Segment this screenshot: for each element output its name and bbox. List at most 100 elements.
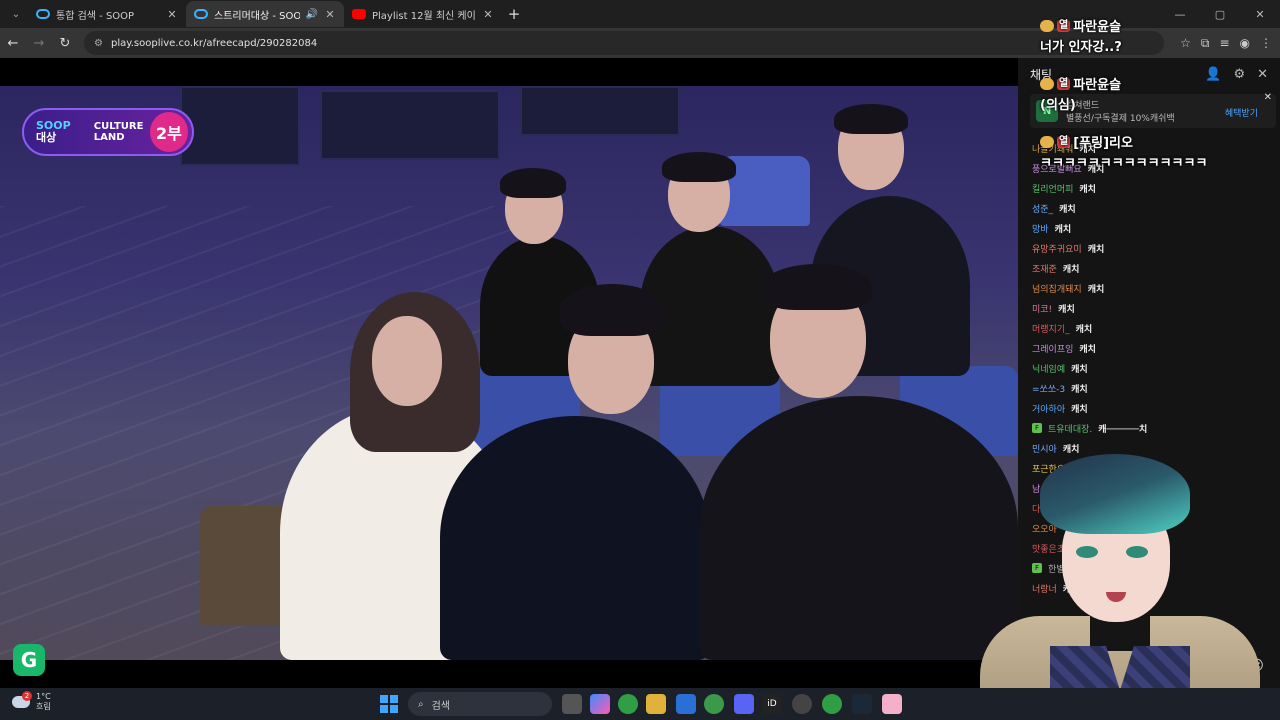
emoticon-icon (1040, 77, 1054, 90)
bookmark-star-icon[interactable]: ☆ (1180, 36, 1191, 50)
window-controls: — ▢ ✕ (1160, 0, 1280, 28)
chat-message: 닉네임예 캐치 (1032, 358, 1272, 378)
event-logo: SOOP 대상 CULTURE LAND 2부 (22, 108, 194, 156)
toolbar-icons: ☆ ⧉ ≡ ◉ ⋮ (1180, 28, 1272, 58)
avatar-hair (1040, 454, 1190, 534)
person-hair (834, 104, 908, 134)
tab-streamer-award[interactable]: 스트리머대상 - SOOP 🔊 ✕ (186, 1, 344, 27)
close-icon[interactable]: ✕ (1264, 92, 1272, 103)
tab-title: Playlist 12월 최신 케이팝 신곡 (372, 10, 476, 22)
steam-icon[interactable] (852, 694, 872, 714)
app-icon[interactable] (882, 694, 902, 714)
tab-youtube-playlist[interactable]: Playlist 12월 최신 케이팝 신곡 ✕ (344, 1, 502, 27)
chat-message: 미코! 캐치 (1032, 298, 1272, 318)
person-head (372, 316, 442, 406)
overlay-text: (의심) (1040, 97, 1076, 113)
badge-icon: 열 (1057, 19, 1071, 32)
arena-screen (320, 90, 500, 160)
media-icon[interactable]: ≡ (1219, 36, 1229, 50)
weather-temp: 1°C (36, 692, 51, 701)
avatar-eye (1126, 546, 1148, 558)
chat-text: 캐치 (1071, 384, 1088, 395)
extensions-icon[interactable]: ⧉ (1201, 36, 1210, 51)
minimize-button[interactable]: — (1160, 0, 1200, 28)
file-explorer-icon[interactable] (646, 694, 666, 714)
chat-message: F 트유데대장. 캐──────치 (1032, 418, 1272, 438)
profile-icon[interactable]: ◉ (1240, 36, 1250, 50)
copilot-icon[interactable] (590, 694, 610, 714)
discord-icon[interactable] (734, 694, 754, 714)
chat-text: 캐치 (1071, 364, 1088, 375)
chat-nickname[interactable]: 조재준 (1032, 262, 1057, 275)
arena-screen (520, 86, 680, 136)
soop-icon (36, 9, 50, 19)
site-info-icon[interactable]: ⚙ (94, 38, 103, 49)
chat-nickname[interactable]: 트유데대장. (1048, 422, 1092, 435)
tab-search-icon[interactable]: ⌄ (4, 4, 28, 24)
overlay-text: 너가 인자강..? (1040, 39, 1122, 55)
menu-icon[interactable]: ⋮ (1260, 36, 1272, 50)
forward-button[interactable]: → (26, 30, 52, 56)
chat-nickname[interactable]: 머랭지기_ (1032, 322, 1070, 335)
badge-icon: 열 (1057, 77, 1071, 90)
windows-start-icon[interactable] (380, 695, 398, 713)
new-tab-button[interactable]: + (502, 5, 526, 23)
chat-nickname[interactable]: 넘의집개돼지 (1032, 282, 1082, 295)
person-hair (560, 284, 664, 336)
grammarly-icon[interactable]: G (13, 644, 45, 676)
chat-text: 캐치 (1087, 284, 1105, 295)
overlay-message: 열 [푸링]리오 ㅋㅋㅋㅋㅋㅋㅋㅋㅋㅋㅋㅋㅋㅋ (1040, 135, 1208, 171)
maximize-button[interactable]: ▢ (1200, 0, 1240, 28)
tab-title: 통합 검색 - SOOP (56, 10, 135, 22)
logo-soop: SOOP 대상 (36, 119, 71, 144)
overlay-message: 열 파란윤슬 (의심) (1040, 77, 1122, 113)
task-view-icon[interactable] (562, 694, 582, 714)
chat-nickname[interactable]: 그레이프잉 (1032, 342, 1073, 355)
id-app-icon[interactable]: iD (762, 694, 782, 714)
video-player[interactable]: SOOP 대상 CULTURE LAND 2부 G (0, 58, 1018, 688)
promo-cta-link[interactable]: 혜택받기 (1225, 106, 1258, 119)
chrome-icon[interactable] (822, 694, 842, 714)
chat-nickname[interactable]: 미코! (1032, 302, 1052, 315)
close-icon[interactable]: ✕ (324, 8, 336, 21)
close-icon[interactable]: ✕ (482, 8, 494, 21)
chat-header-icons: 👤 ⚙ ✕ (1205, 67, 1268, 82)
taskbar-search[interactable]: ⌕ 검색 (408, 692, 552, 716)
speaker-icon[interactable]: 🔊 (306, 9, 318, 20)
tab-integrated-search[interactable]: 통합 검색 - SOOP ✕ (28, 1, 186, 27)
url-input[interactable]: ⚙ play.sooplive.co.kr/afreecapd/29028208… (84, 31, 1164, 55)
person-hair (500, 168, 566, 198)
chat-nickname[interactable]: 성준_ (1032, 202, 1053, 215)
chat-nickname[interactable]: 망바 (1032, 222, 1049, 235)
reload-button[interactable]: ↻ (52, 30, 78, 56)
chat-nickname[interactable]: 거아하아 (1032, 402, 1065, 415)
chat-text: 캐치 (1079, 184, 1096, 195)
person (440, 416, 710, 660)
chat-message: 조재준 캐치 (1032, 258, 1272, 278)
chat-text: 캐치 (1071, 404, 1088, 415)
close-window-button[interactable]: ✕ (1240, 0, 1280, 28)
close-icon[interactable]: ✕ (1257, 67, 1268, 82)
chat-nickname[interactable]: 유망주귀요미 (1032, 242, 1082, 255)
back-button[interactable]: ← (0, 30, 26, 56)
shield-icon[interactable] (704, 694, 724, 714)
obs-icon[interactable] (792, 694, 812, 714)
logo-part-badge: 2부 (149, 112, 188, 152)
chat-nickname[interactable]: =쏘쏘-3 (1032, 382, 1065, 395)
weather-desc: 흐림 (36, 702, 51, 711)
badge-icon: 열 (1057, 135, 1071, 148)
vscode-icon[interactable] (676, 694, 696, 714)
gear-icon[interactable]: ⚙ (1233, 67, 1245, 82)
arena-screen (180, 86, 300, 166)
fan-badge-icon: F (1032, 423, 1042, 433)
chrome-icon[interactable] (618, 694, 638, 714)
chat-message: 유망주귀요미 캐치 (1032, 238, 1272, 258)
weather-widget[interactable]: 2 1°C 흐림 (12, 691, 51, 712)
chat-message: =쏘쏘-3 캐치 (1032, 378, 1272, 398)
user-list-icon[interactable]: 👤 (1205, 67, 1221, 82)
close-icon[interactable]: ✕ (166, 8, 178, 21)
chat-text: 캐치 (1054, 224, 1072, 235)
person-hair (762, 264, 872, 310)
chat-nickname[interactable]: 킬리언머피 (1032, 182, 1073, 195)
chat-nickname[interactable]: 닉네임예 (1032, 362, 1065, 375)
